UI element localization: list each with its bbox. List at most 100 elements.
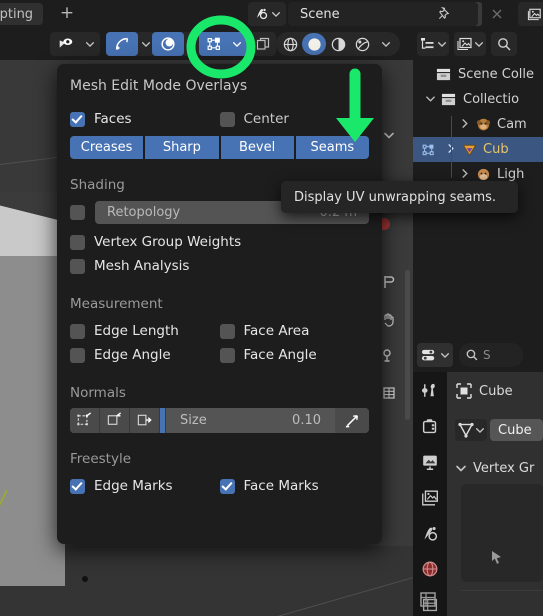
- xray-group[interactable]: [152, 32, 202, 56]
- popover-title: Mesh Edit Mode Overlays: [70, 78, 248, 94]
- properties-object-name: Cube: [479, 383, 513, 399]
- custom-normals-button[interactable]: [335, 408, 369, 433]
- outliner-display-mode-button[interactable]: [417, 32, 449, 56]
- toggle-overlay-extra-button[interactable]: [250, 32, 276, 56]
- vertex-groups-list[interactable]: [461, 484, 543, 582]
- toggle-xray-button[interactable]: [152, 32, 184, 56]
- outliner-row-cube[interactable]: Cub: [413, 137, 543, 162]
- shading-dropdown[interactable]: [374, 33, 398, 55]
- mesh-edit-overlays-popover[interactable]: Mesh Edit Mode Overlays Faces Center Cre…: [57, 64, 382, 544]
- bevel-toggle[interactable]: Bevel: [220, 136, 294, 159]
- faces-checkbox-group[interactable]: Faces: [70, 111, 220, 127]
- chevron-right-icon[interactable]: [457, 118, 471, 132]
- outliner-row-label: Scene Colle: [458, 67, 535, 82]
- mesh-analysis-checkbox[interactable]: [70, 258, 85, 274]
- seams-toggle[interactable]: Seams: [295, 136, 369, 159]
- properties-tab-rail[interactable]: [413, 372, 447, 616]
- unlink-scene-button[interactable]: [484, 2, 510, 26]
- mesh-analysis-row[interactable]: Mesh Analysis: [70, 254, 369, 278]
- shading-solid-button[interactable]: [302, 33, 326, 55]
- normals-size-slider[interactable]: Size 0.10: [166, 408, 335, 433]
- face-area-checkbox[interactable]: [219, 323, 235, 339]
- wire-overlay-button[interactable]: [250, 32, 276, 56]
- xray-dropdown[interactable]: [184, 39, 200, 49]
- properties-tab-world[interactable]: [417, 559, 443, 581]
- chevron-down-icon: [272, 12, 280, 18]
- edge-flags-row[interactable]: Creases Sharp Bevel Seams: [70, 136, 369, 159]
- chevron-right-icon[interactable]: [443, 143, 457, 157]
- edge-length-checkbox[interactable]: [70, 323, 85, 339]
- scene-name-field[interactable]: Scene: [288, 2, 478, 26]
- outliner-search-button[interactable]: [491, 32, 517, 56]
- mesh-name-field[interactable]: Cube: [490, 419, 543, 441]
- overlays-dropdown[interactable]: [229, 39, 245, 49]
- face-area-group[interactable]: Face Area: [219, 323, 370, 339]
- face-angle-group[interactable]: Face Angle: [219, 347, 370, 363]
- show-overlays-button[interactable]: [199, 32, 229, 56]
- center-checkbox[interactable]: [219, 111, 235, 127]
- object-visibility-button[interactable]: [50, 32, 82, 56]
- object-visibility-group[interactable]: [50, 32, 100, 56]
- outliner-row-collection[interactable]: Collectio: [413, 87, 543, 112]
- vertex-groups-header[interactable]: Vertex Gr: [455, 458, 543, 478]
- show-gizmo-button[interactable]: [106, 32, 138, 56]
- collection-icon: [440, 92, 457, 107]
- pin-icon[interactable]: [437, 6, 452, 25]
- viewport-scrollbar[interactable]: [405, 270, 410, 420]
- outliner-row-camera[interactable]: Cam: [413, 112, 543, 137]
- center-checkbox-group[interactable]: Center: [219, 111, 370, 127]
- top-bar: ipting + Scene: [0, 0, 543, 28]
- measurement-section-label: Measurement: [70, 296, 163, 312]
- edge-angle-group[interactable]: Edge Angle: [70, 347, 220, 363]
- sharp-toggle[interactable]: Sharp: [145, 136, 219, 159]
- retopology-checkbox[interactable]: [70, 205, 85, 220]
- properties-tab-scene[interactable]: [417, 523, 443, 545]
- add-workspace-button[interactable]: +: [52, 3, 82, 25]
- shading-material-preview-button[interactable]: [326, 33, 350, 55]
- outliner-row-scene-collection[interactable]: Scene Colle: [413, 62, 543, 87]
- rendered-shading-icon: [355, 37, 369, 51]
- chevron-right-icon[interactable]: [457, 168, 471, 182]
- duplicate-icon: [256, 37, 270, 50]
- chevron-down-icon: [441, 353, 449, 359]
- editor-type-button[interactable]: [417, 343, 453, 367]
- creases-toggle[interactable]: Creases: [70, 136, 144, 159]
- edge-marks-checkbox[interactable]: [70, 478, 85, 494]
- freestyle-row: Edge Marks Face Marks: [70, 474, 369, 498]
- edge-marks-group[interactable]: Edge Marks: [70, 478, 220, 494]
- view-layer-button[interactable]: [518, 2, 543, 26]
- face-marks-group[interactable]: Face Marks: [219, 478, 370, 494]
- face-marks-label: Face Marks: [243, 478, 319, 494]
- vertex-group-weights-checkbox[interactable]: [70, 234, 85, 250]
- outliner-filter-button[interactable]: [454, 32, 486, 56]
- edge-length-group[interactable]: Edge Length: [70, 323, 220, 339]
- properties-bottom-icon[interactable]: [417, 588, 439, 614]
- edge-angle-checkbox[interactable]: [70, 347, 85, 363]
- object-visibility-dropdown[interactable]: [82, 39, 98, 49]
- outliner-tree[interactable]: Scene Colle Collectio Cam Cub Ligh: [413, 60, 543, 187]
- properties-tab-view-layer[interactable]: [417, 487, 443, 509]
- faces-checkbox[interactable]: [70, 111, 85, 127]
- face-angle-checkbox[interactable]: [219, 347, 235, 363]
- scene-browse-button[interactable]: [248, 2, 286, 26]
- freestyle-section-label: Freestyle: [70, 451, 132, 467]
- face-marks-checkbox[interactable]: [219, 478, 235, 494]
- properties-tab-tool[interactable]: [417, 380, 443, 402]
- overlays-group[interactable]: [199, 32, 247, 56]
- chevron-down-icon[interactable]: [455, 462, 467, 474]
- properties-tab-output[interactable]: [417, 451, 443, 473]
- workspace-tab-scripting[interactable]: ipting: [0, 3, 44, 25]
- mesh-datablock-browse-button[interactable]: [455, 419, 487, 441]
- properties-tab-render[interactable]: [417, 416, 443, 438]
- properties-search-input[interactable]: S: [459, 343, 523, 367]
- chevron-down-icon[interactable]: [423, 93, 437, 107]
- gizmo-group[interactable]: [106, 32, 156, 56]
- split-normals-button[interactable]: [100, 408, 130, 433]
- shading-mode-group[interactable]: [276, 32, 400, 56]
- shading-rendered-button[interactable]: [350, 33, 374, 55]
- vertex-group-weights-row[interactable]: Vertex Group Weights: [70, 230, 369, 254]
- shading-wireframe-button[interactable]: [278, 33, 302, 55]
- face-normals-button[interactable]: [130, 408, 160, 433]
- edge-angle-label: Edge Angle: [94, 347, 171, 363]
- vertex-normals-button[interactable]: [70, 408, 100, 433]
